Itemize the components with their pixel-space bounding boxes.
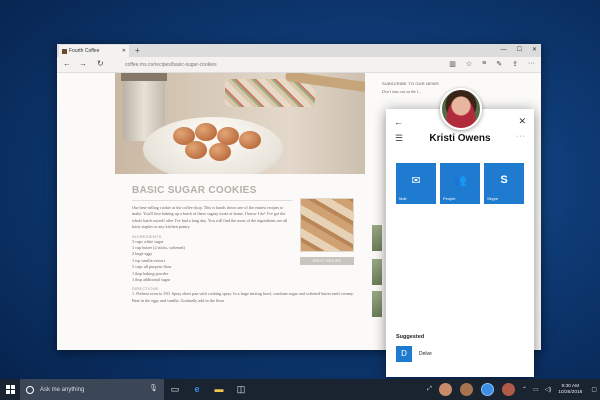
pinned-contact-avatar[interactable] [438,383,452,396]
people-button-active[interactable] [480,383,494,396]
hub-icon[interactable]: ≡ [482,60,486,68]
close-icon[interactable]: ✕ [518,116,526,127]
share-icon[interactable]: ⇪ [512,60,518,68]
recipe-title: BASIC SUGAR COOKIES [132,185,257,196]
egg-image [195,123,217,141]
jar-lid-image [121,73,167,81]
ingredient-item: 1 tbsp additional sugar [132,277,171,283]
favorite-star-icon[interactable]: ☆ [466,60,472,68]
egg-image [239,131,261,149]
refresh-icon[interactable]: ↻ [97,59,104,68]
recipe-intro: Our best-selling cookie at the coffee sh… [132,205,288,230]
suggested-heading: Suggested [396,334,425,340]
minimize-button[interactable]: — [501,44,507,57]
store-icon[interactable]: ◫ [230,379,252,400]
more-icon[interactable]: ··· [528,60,535,68]
tab-title: Fourth Coffee [69,48,100,54]
notes-icon[interactable]: ✎ [496,60,502,68]
action-center-icon[interactable]: ▢ [591,386,597,393]
reading-view-icon[interactable]: ▥ [449,60,456,68]
favicon-icon [62,49,67,54]
start-button[interactable] [0,379,20,400]
side-image [372,291,382,317]
taskbar-search[interactable]: Ask me anything 🎙 [20,379,164,400]
cortana-icon [26,385,34,394]
suggested-app-delve[interactable]: D Delve [396,346,432,362]
egg-image [209,143,231,161]
side-image [372,259,382,285]
close-window-button[interactable]: ✕ [532,44,537,57]
directions-text: 1. Preheat oven to 350. Spray sheet pan … [132,291,354,303]
skype-app-tile[interactable]: S Skype [484,163,524,204]
egg-image [185,141,207,159]
people-pin-icon[interactable]: ⤢ [427,386,432,393]
side-image [372,225,382,251]
task-view-icon[interactable]: ▭ [164,379,186,400]
cookies-thumbnail [300,198,354,252]
browser-tab[interactable]: Fourth Coffee ✕ [59,45,129,57]
volume-icon[interactable]: ◁) [545,386,552,393]
mail-app-tile[interactable]: ✉ Mail [396,163,436,204]
pinned-contact-avatar[interactable] [501,383,515,396]
taskbar: Ask me anything 🎙 ▭ e ▬ ◫ ⤢ ⌃ ▭ ◁) 9:30 … [0,379,600,400]
contact-avatar [440,88,482,130]
address-bar-row: ← → ↻ coffee.ms.co/recipes/basic-sugar-c… [57,57,541,73]
maximize-button[interactable]: ☐ [517,44,522,57]
network-icon[interactable]: ▭ [533,386,539,393]
file-explorer-icon[interactable]: ▬ [208,379,230,400]
forward-icon[interactable]: → [79,59,87,68]
print-recipe-button[interactable]: PRINT RECIPE [300,257,354,265]
people-app-tile[interactable]: 👥 People [440,163,480,204]
hero-image [115,73,365,174]
back-icon[interactable]: ← [394,117,403,127]
bowl-image [143,117,283,174]
app-tile-label: Mail [399,196,407,201]
divider [132,200,292,201]
mail-icon: ✉ [411,175,421,187]
app-tile-label: People [443,196,456,201]
clock-date: 10/26/2016 [558,389,583,395]
chevron-up-icon[interactable]: ⌃ [522,386,527,393]
browser-toolbar: ▥ ☆ ≡ ✎ ⇪ ··· [449,60,535,68]
back-icon[interactable]: ← [63,59,71,68]
window-controls: — ☐ ✕ [501,44,537,57]
skype-icon: S [500,174,508,186]
people-icon: 👥 [453,175,467,187]
search-placeholder: Ask me anything [40,386,85,393]
delve-icon: D [396,346,412,362]
new-tab-button[interactable]: + [135,44,140,57]
contact-name: Kristi Owens [429,133,491,144]
edge-icon[interactable]: e [186,379,208,400]
address-input[interactable]: coffee.ms.co/recipes/basic-sugar-cookies [121,60,461,70]
suggested-app-label: Delve [419,351,432,357]
windows-logo-icon [6,385,15,394]
subscribe-heading: SUBSCRIBE TO OUR NEWS [382,81,439,86]
clock[interactable]: 9:30 AM 10/26/2016 [558,384,582,396]
system-tray: ⤢ ⌃ ▭ ◁) 9:30 AM 10/26/2016 ▢ [424,379,600,400]
tab-close-icon[interactable]: ✕ [122,45,126,57]
clock-time: 9:30 AM [561,383,580,389]
microphone-icon[interactable]: 🎙 [149,384,158,392]
pinned-contact-avatar[interactable] [459,383,473,396]
app-tile-label: Skype [487,196,499,201]
app-tiles: ✉ Mail 👥 People S Skype [396,163,524,204]
tab-bar: Fourth Coffee ✕ + — ☐ ✕ [57,44,541,57]
cookies-image [225,79,315,107]
